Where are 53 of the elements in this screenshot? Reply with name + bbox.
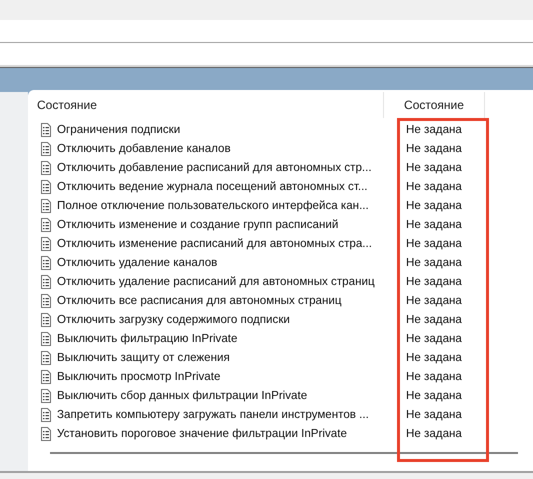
policy-document-icon xyxy=(40,312,52,326)
setting-name[interactable]: Отключить загрузку содержимого подписки xyxy=(57,313,290,326)
setting-name[interactable]: Выключить фильтрацию InPrivate xyxy=(57,332,238,345)
policy-document-icon xyxy=(40,256,52,270)
policy-document-icon xyxy=(40,160,52,174)
column-header[interactable]: Состояние xyxy=(384,92,485,118)
policy-document-icon xyxy=(40,388,52,402)
setting-name[interactable]: Отключить изменение и создание групп расписаний xyxy=(57,218,338,231)
setting-name[interactable]: Выключить сбор данных фильтрации InPrivate xyxy=(57,389,308,402)
setting-state: Не задана xyxy=(405,199,462,212)
setting-state: Не задана xyxy=(405,218,462,231)
setting-name[interactable]: Отключить изменение расписаний для автономных стра... xyxy=(57,237,372,250)
setting-name[interactable]: Запретить компьютеру загружать панели инструментов ... xyxy=(57,408,369,421)
policy-document-icon xyxy=(40,122,52,136)
setting-state: Не задана xyxy=(405,313,462,326)
policy-document-icon xyxy=(40,218,52,232)
setting-name[interactable]: Полное отключение пользовательского интерфейса кан... xyxy=(57,199,369,212)
setting-state: Не задана xyxy=(405,256,462,269)
setting-name[interactable]: Отключить добавление расписаний для автономных стр... xyxy=(57,161,372,174)
setting-state: Не задана xyxy=(405,237,462,250)
setting-state: Не задана xyxy=(405,123,462,136)
policy-document-icon xyxy=(40,426,52,440)
setting-name[interactable]: Отключить ведение журнала посещений автономных ст... xyxy=(57,180,368,193)
setting-state: Не задана xyxy=(405,142,462,155)
setting-state: Не задана xyxy=(405,408,462,421)
setting-name[interactable]: Отключить добавление каналов xyxy=(57,142,231,155)
setting-name[interactable]: Отключить удаление каналов xyxy=(57,256,218,269)
setting-state: Не задана xyxy=(405,180,462,193)
policy-document-icon xyxy=(40,294,52,308)
setting-name[interactable]: Выключить просмотр InPrivate xyxy=(57,370,220,383)
policy-document-icon xyxy=(40,180,52,194)
setting-state: Не задана xyxy=(405,351,462,364)
column-header[interactable]: Состояние xyxy=(28,92,384,118)
setting-name[interactable]: Установить пороговое значение фильтрации InPrivate xyxy=(57,427,347,440)
setting-state: Не задана xyxy=(405,294,462,307)
policy-document-icon xyxy=(40,198,52,212)
setting-state: Не задана xyxy=(405,370,462,383)
policy-document-icon xyxy=(40,370,52,384)
setting-state: Не задана xyxy=(405,332,462,345)
setting-state: Не задана xyxy=(405,275,462,288)
setting-state: Не задана xyxy=(405,389,462,402)
setting-state: Не задана xyxy=(405,161,462,174)
policy-document-icon xyxy=(40,236,52,250)
setting-name[interactable]: Отключить все расписания для автономных страниц xyxy=(57,294,342,307)
policy-document-icon xyxy=(40,274,52,288)
setting-name[interactable]: Отключить удаление расписаний для автономных страниц xyxy=(57,275,375,288)
policy-document-icon xyxy=(40,408,52,422)
policy-document-icon xyxy=(40,142,52,156)
policy-document-icon xyxy=(40,332,52,346)
policy-document-icon xyxy=(40,350,52,364)
setting-name[interactable]: Ограничения подписки xyxy=(57,123,180,136)
setting-name[interactable]: Выключить защиту от слежения xyxy=(57,351,230,364)
setting-state: Не задана xyxy=(405,427,462,440)
